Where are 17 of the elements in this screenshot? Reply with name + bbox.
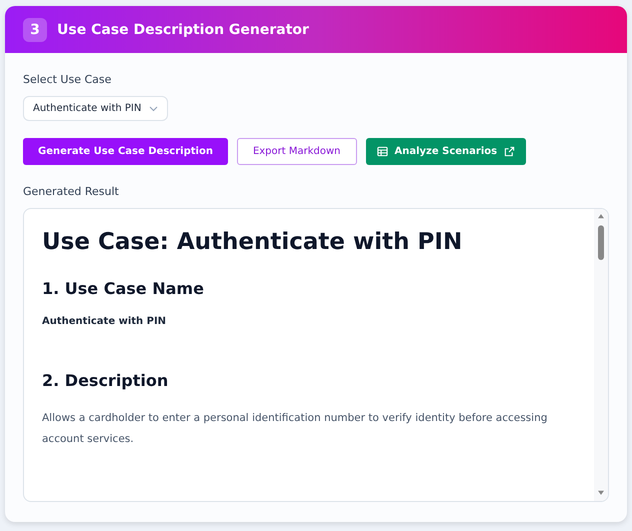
scrollbar[interactable] — [594, 209, 608, 501]
description-text: Allows a cardholder to enter a personal identification number to verify identity before accessing account services. — [42, 411, 548, 447]
chevron-down-icon — [149, 106, 158, 112]
table-icon — [376, 146, 388, 157]
document-title: Use Case: Authenticate with PIN — [42, 229, 464, 255]
export-button[interactable]: Export Markdown — [236, 138, 356, 165]
section-heading: 1. Use Case Name — [42, 279, 205, 298]
panel-title: Use Case Description Generator — [57, 22, 309, 38]
external-link-icon — [504, 146, 516, 157]
field-label: Select Use Case — [23, 73, 112, 86]
use-case-dropdown[interactable]: Authenticate with PIN — [23, 96, 168, 121]
section-heading: 2. Description — [42, 371, 170, 390]
use-case-name: Authenticate with PIN — [42, 316, 168, 327]
step-badge: 3 — [23, 18, 47, 42]
analyze-button[interactable]: Analyze Scenarios — [366, 138, 526, 165]
generate-button[interactable]: Generate Use Case Description — [23, 138, 228, 165]
section-label: Generated Result — [23, 185, 120, 198]
